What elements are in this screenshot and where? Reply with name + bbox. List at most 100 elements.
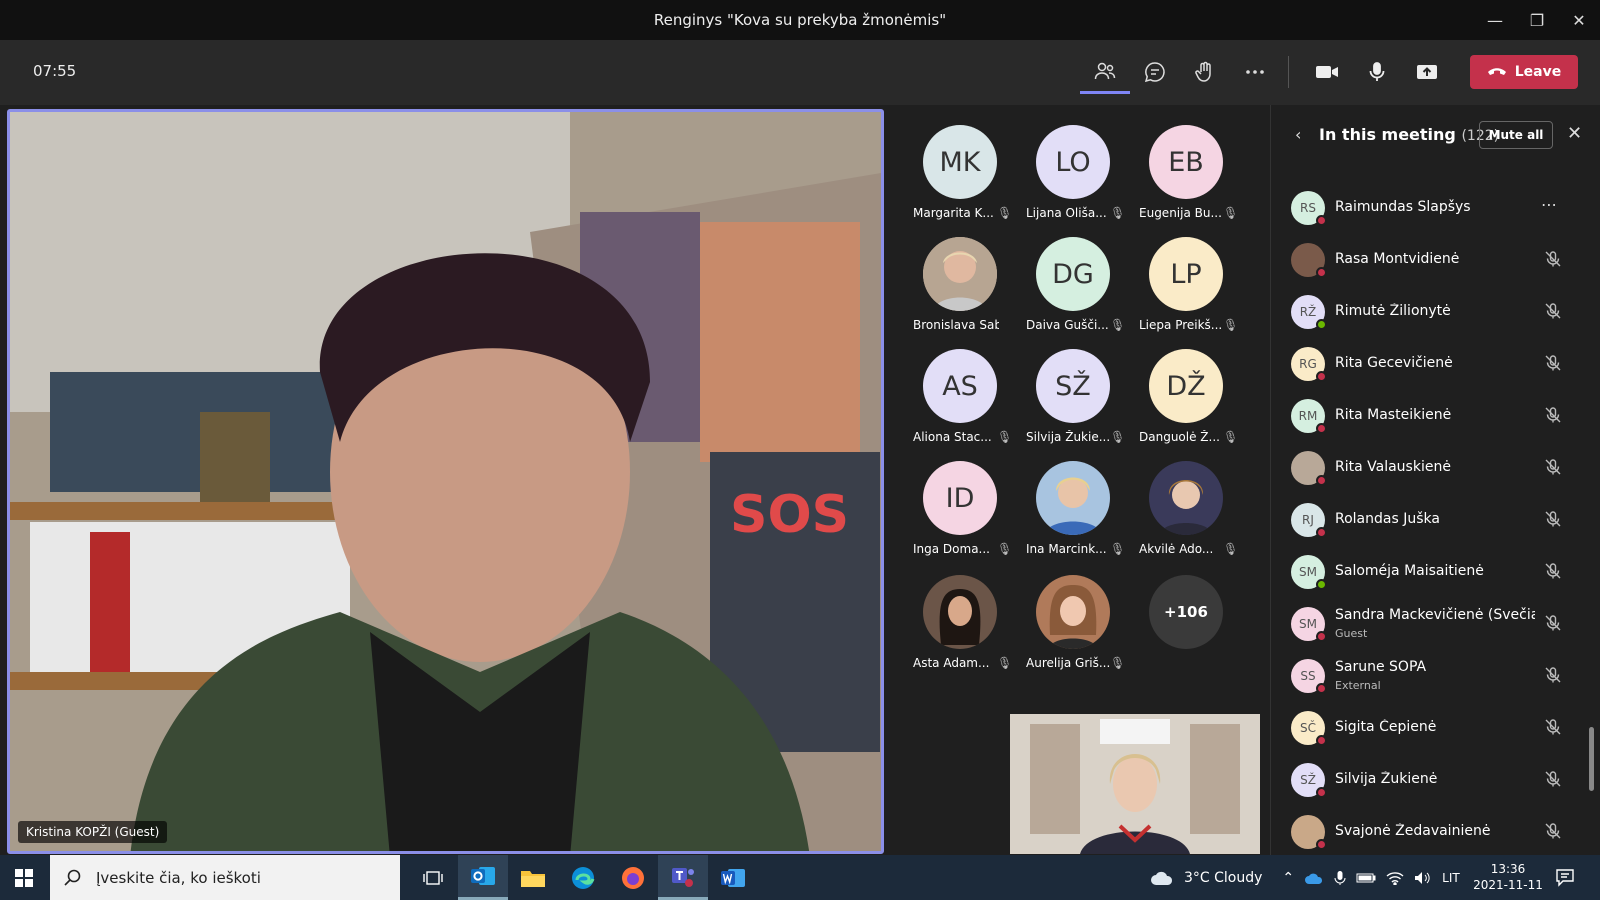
participant-tile[interactable]: Aurelija Griš... 🎙 bbox=[1018, 575, 1128, 680]
more-options-icon[interactable]: ⋯ bbox=[1541, 195, 1557, 214]
list-item[interactable]: Rasa Montvidienė bbox=[1271, 235, 1600, 285]
muted-mic-icon[interactable] bbox=[1543, 353, 1563, 373]
list-item[interactable]: SČ Sigita Čepienė bbox=[1271, 703, 1600, 753]
firefox-app[interactable] bbox=[608, 855, 658, 900]
muted-mic-icon[interactable] bbox=[1543, 665, 1563, 685]
list-item[interactable]: Rita Valauskienė bbox=[1271, 443, 1600, 493]
participant-name: Rolandas Juška bbox=[1335, 511, 1440, 527]
participant-tile[interactable]: LO Lijana Oliša... 🎙 bbox=[1018, 125, 1128, 230]
teams-app[interactable] bbox=[658, 855, 708, 900]
share-button[interactable] bbox=[1402, 50, 1452, 94]
reactions-button[interactable] bbox=[1180, 50, 1230, 94]
notification-icon bbox=[1556, 869, 1574, 887]
participant-tile[interactable]: SŽ Silvija Žukie... 🎙 bbox=[1018, 349, 1128, 454]
panel-scrollbar[interactable] bbox=[1589, 727, 1594, 791]
list-item[interactable]: RG Rita Gecevičienė bbox=[1271, 339, 1600, 389]
avatar: RJ bbox=[1291, 503, 1327, 538]
weather-text[interactable]: 3°C Cloudy bbox=[1184, 870, 1262, 886]
more-actions-button[interactable] bbox=[1230, 50, 1280, 94]
muted-mic-icon[interactable] bbox=[1543, 457, 1563, 477]
status-dot bbox=[1316, 683, 1327, 694]
self-view-video[interactable] bbox=[1010, 714, 1260, 854]
muted-mic-icon[interactable] bbox=[1543, 613, 1563, 633]
notification-button[interactable] bbox=[1555, 867, 1575, 891]
list-item[interactable]: Svajonė Žedavainienė bbox=[1271, 807, 1600, 857]
muted-mic-icon[interactable] bbox=[1543, 249, 1563, 269]
participant-tile[interactable]: ID Inga Doma... 🎙 bbox=[905, 461, 1015, 566]
list-item[interactable]: RŽ Rimutė Žilionytė bbox=[1271, 287, 1600, 337]
list-item[interactable]: RJ Rolandas Juška bbox=[1271, 495, 1600, 545]
list-item[interactable]: RM Rita Masteikienė bbox=[1271, 391, 1600, 441]
main-video[interactable]: SOS Kristina KOPŽI (Guest) bbox=[7, 109, 884, 854]
muted-mic-icon[interactable] bbox=[1543, 821, 1563, 841]
participant-tile[interactable]: Ina Marcink... 🎙 bbox=[1018, 461, 1128, 566]
participant-role: Guest bbox=[1335, 627, 1368, 640]
minimize-button[interactable]: — bbox=[1474, 0, 1516, 40]
onedrive-icon[interactable] bbox=[1304, 871, 1324, 885]
camera-button[interactable] bbox=[1302, 50, 1352, 94]
avatar-initials: SŽ bbox=[1300, 773, 1316, 787]
restore-button[interactable]: ❐ bbox=[1516, 0, 1558, 40]
avatar: AS bbox=[923, 349, 997, 423]
participant-tile[interactable]: EB Eugenija Bu... 🎙 bbox=[1131, 125, 1241, 230]
start-button[interactable] bbox=[0, 855, 48, 900]
muted-mic-icon[interactable] bbox=[1543, 769, 1563, 789]
avatar-initials: RS bbox=[1300, 201, 1316, 215]
participant-tile[interactable]: Akvilė Ado... 🎙 bbox=[1131, 461, 1241, 566]
avatar: ID bbox=[923, 461, 997, 535]
language-indicator[interactable]: LIT bbox=[1442, 871, 1460, 885]
participant-name: Daiva Gušči... bbox=[1026, 318, 1109, 332]
participant-tile[interactable]: Asta Adam... 🎙 bbox=[905, 575, 1015, 680]
back-chevron-icon[interactable]: ‹ bbox=[1295, 125, 1301, 144]
participant-tile[interactable]: MK Margarita K... 🎙 bbox=[905, 125, 1015, 230]
file-explorer-app[interactable] bbox=[508, 855, 558, 900]
avatar-initials: SČ bbox=[1300, 721, 1316, 735]
muted-mic-icon[interactable] bbox=[1543, 301, 1563, 321]
leave-label: Leave bbox=[1514, 64, 1562, 80]
panel-title-text: In this meeting bbox=[1319, 125, 1456, 144]
muted-mic-icon[interactable] bbox=[1543, 405, 1563, 425]
participants-button[interactable] bbox=[1080, 50, 1130, 94]
list-item[interactable]: SM Saloméja Maisaitienė bbox=[1271, 547, 1600, 597]
mute-all-button[interactable]: Mute all bbox=[1479, 121, 1553, 149]
participant-tile[interactable]: DG Daiva Gušči... 🎙 bbox=[1018, 237, 1128, 342]
search-icon bbox=[64, 869, 81, 886]
list-item[interactable]: SŽ Silvija Žukienė bbox=[1271, 755, 1600, 805]
more-participants-tile[interactable]: +106 bbox=[1131, 575, 1241, 680]
volume-icon[interactable] bbox=[1414, 871, 1432, 885]
taskbar-search[interactable]: Įveskite čia, ko ieškoti bbox=[50, 855, 400, 900]
participant-tile[interactable]: LP Liepa Preikš... 🎙 bbox=[1131, 237, 1241, 342]
outlook-app[interactable] bbox=[458, 855, 508, 900]
participant-name: Inga Doma... bbox=[913, 542, 990, 556]
word-app[interactable] bbox=[708, 855, 758, 900]
edge-app[interactable] bbox=[558, 855, 608, 900]
muted-mic-icon[interactable] bbox=[1543, 717, 1563, 737]
close-panel-icon[interactable]: ✕ bbox=[1567, 123, 1582, 144]
windows-logo-icon bbox=[15, 868, 33, 887]
list-item[interactable]: RS Raimundas Slapšys ⋯ bbox=[1271, 183, 1600, 233]
microphone-button[interactable] bbox=[1352, 50, 1402, 94]
participant-name: Aliona Stac... bbox=[913, 430, 992, 444]
taskbar-clock[interactable]: 13:36 2021-11-11 bbox=[1470, 861, 1546, 893]
list-item[interactable]: SS Sarune SOPA External bbox=[1271, 651, 1600, 701]
window-controls: — ❐ ✕ bbox=[1474, 0, 1600, 40]
leave-button[interactable]: Leave bbox=[1470, 55, 1578, 89]
chevron-up-icon[interactable]: ⌃ bbox=[1282, 870, 1294, 886]
taskbar-apps bbox=[408, 855, 758, 900]
battery-icon[interactable] bbox=[1356, 872, 1376, 884]
cloud-icon bbox=[1151, 871, 1173, 885]
wifi-icon[interactable] bbox=[1386, 871, 1404, 885]
participant-tile[interactable]: AS Aliona Stac... 🎙 bbox=[905, 349, 1015, 454]
participant-tile[interactable]: DŽ Danguolė Ž... 🎙 bbox=[1131, 349, 1241, 454]
share-screen-icon bbox=[1417, 65, 1437, 79]
participant-tile[interactable]: Bronislava Sabi... bbox=[905, 237, 1015, 342]
more-icon bbox=[1246, 70, 1264, 74]
close-window-button[interactable]: ✕ bbox=[1558, 0, 1600, 40]
chat-button[interactable] bbox=[1130, 50, 1180, 94]
muted-mic-icon[interactable] bbox=[1543, 561, 1563, 581]
task-view-button[interactable] bbox=[408, 855, 458, 900]
microphone-tray-icon[interactable] bbox=[1334, 870, 1346, 886]
muted-mic-icon[interactable] bbox=[1543, 509, 1563, 529]
avatar: LP bbox=[1149, 237, 1223, 311]
list-item[interactable]: SM Sandra Mackevičienė (Svečias... Guest bbox=[1271, 599, 1600, 649]
